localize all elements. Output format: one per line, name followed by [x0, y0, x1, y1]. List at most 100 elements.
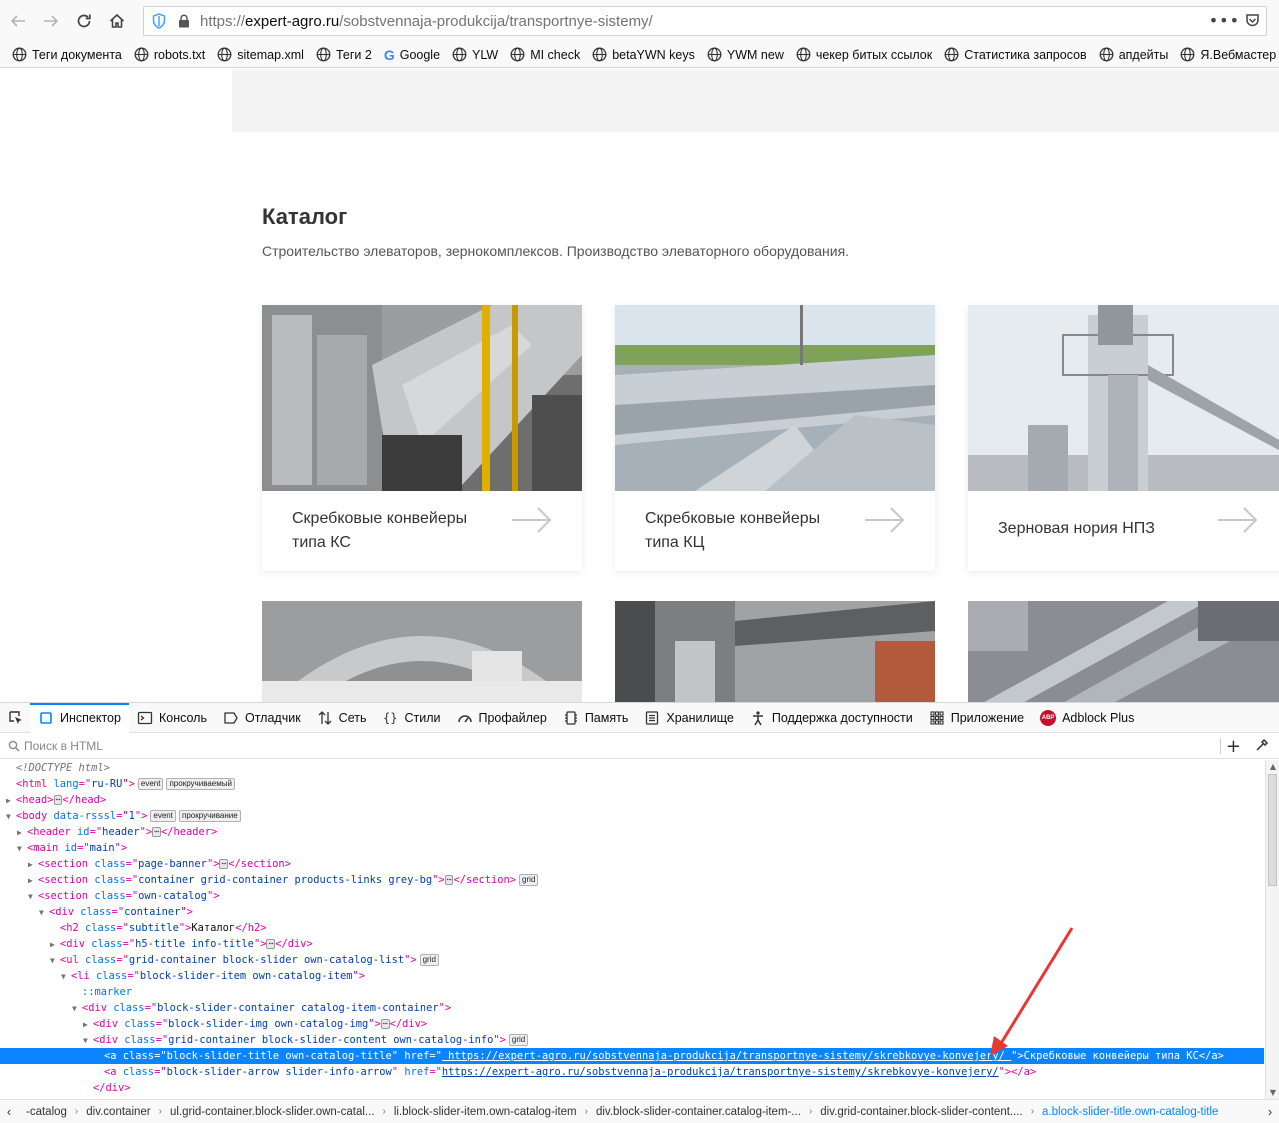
markup-node[interactable]: ▼ <div class="grid-container block-slider… [0, 1032, 1264, 1048]
bookmark-item[interactable]: YLW [452, 47, 498, 62]
back-button[interactable] [3, 6, 33, 36]
markup-node[interactable]: ▼ <section class="own-catalog"> [0, 888, 1264, 904]
markup-badge[interactable]: event [150, 810, 176, 822]
markup-node[interactable]: ▶ <head> ⋯ </head> [0, 792, 1264, 808]
collapse-twisty-icon[interactable]: ▼ [83, 1033, 93, 1049]
catalog-card-image[interactable] [968, 305, 1279, 491]
markup-node[interactable]: ::marker [0, 984, 1264, 1000]
tab-styles[interactable]: {} Стили [374, 703, 448, 733]
forward-button[interactable] [36, 6, 66, 36]
tab-debugger[interactable]: Отладчик [215, 703, 309, 733]
reload-button[interactable] [69, 6, 99, 36]
markup-badge[interactable]: grid [419, 954, 439, 966]
tab-profiler[interactable]: Профайлер [449, 703, 555, 733]
home-button[interactable] [102, 6, 132, 36]
collapse-twisty-icon[interactable]: ▼ [39, 905, 49, 921]
markup-node[interactable]: ▼ <main id="main"> [0, 840, 1264, 856]
lock-icon[interactable] [178, 14, 190, 28]
markup-node[interactable]: ▶ <div class="h5-title info-title"> ⋯ </div… [0, 936, 1264, 952]
arrow-right-icon[interactable] [512, 505, 552, 535]
markup-node[interactable]: ▼ <div class="container"> [0, 904, 1264, 920]
breadcrumb-item[interactable]: div.container [78, 1106, 158, 1118]
collapse-twisty-icon[interactable]: ▼ [6, 809, 16, 825]
markup-node[interactable]: ▶ <div class="block-slider-img own-catalo… [0, 1016, 1264, 1032]
bookmark-item[interactable]: Я.Вебмастер - страни [1180, 47, 1279, 62]
markup-node[interactable]: ▼ <body data-rsssl="1"> event прокручивание [0, 808, 1264, 824]
attribute-link[interactable]: https://expert-agro.ru/sobstvennaja-prod… [442, 1050, 1011, 1062]
markup-node[interactable]: ▶ <section class="container grid-containe… [0, 872, 1264, 888]
markup-tree[interactable]: <!DOCTYPE html> <html lang="ru-RU"> event п… [0, 760, 1264, 1100]
markup-badge[interactable]: прокручивание [178, 810, 241, 822]
catalog-card-image[interactable] [615, 305, 935, 491]
pocket-icon[interactable] [1245, 13, 1260, 28]
collapse-twisty-icon[interactable]: ▼ [17, 841, 27, 857]
markup-node[interactable]: </div> [0, 1080, 1264, 1096]
bookmark-item[interactable]: чекер битых ссылок [796, 47, 932, 62]
markup-badge[interactable]: grid [508, 1034, 529, 1046]
expand-twisty-icon[interactable]: ▶ [28, 873, 38, 889]
collapse-twisty-icon[interactable]: ▼ [28, 889, 38, 905]
breadcrumb-item[interactable]: a.block-slider-title.own-catalog-title [1034, 1106, 1226, 1118]
collapse-twisty-icon[interactable]: ▼ [50, 953, 60, 969]
url-text[interactable]: https://expert-agro.ru/sobstvennaja-prod… [200, 13, 653, 30]
catalog-card-title[interactable]: Скребковые конвейеры типа КЦ [645, 507, 845, 555]
markup-badge[interactable]: event [137, 778, 164, 790]
markup-node[interactable]: <html lang="ru-RU"> event прокручиваемый [0, 776, 1264, 792]
markup-badge[interactable]: grid [519, 874, 539, 886]
collapsed-node-ellipsis[interactable]: ⋯ [152, 827, 161, 837]
markup-node[interactable]: <h2 class="subtitle">Каталог</h2> [0, 920, 1264, 936]
tracking-protection-icon[interactable] [152, 13, 166, 29]
tab-accessibility[interactable]: Поддержка доступности [742, 703, 921, 733]
catalog-card-image[interactable] [262, 305, 582, 491]
html-search-bar[interactable]: Поиск в HTML + [0, 733, 1279, 759]
tab-adblock[interactable]: ABP Adblock Plus [1032, 703, 1142, 733]
breadcrumb-item[interactable]: li.block-slider-item.own-catalog-item [386, 1106, 585, 1118]
bookmark-item[interactable]: Статистика запросов [944, 47, 1087, 62]
markup-node-selected[interactable]: <a class="block-slider-title own-catalog… [0, 1048, 1264, 1064]
page-actions-button[interactable]: ••• [1209, 11, 1240, 30]
html-search-input[interactable]: Поиск в HTML [24, 739, 103, 753]
breadcrumb-item[interactable]: div.grid-container.block-slider-content.… [812, 1106, 1030, 1118]
tab-memory[interactable]: Память [555, 703, 637, 733]
catalog-card-image[interactable] [968, 601, 1279, 702]
tab-storage[interactable]: Хранилище [636, 703, 742, 733]
markup-node[interactable]: ▼ <li class="block-slider-item own-catalo… [0, 968, 1264, 984]
bookmark-item[interactable]: MI check [510, 47, 580, 62]
arrow-right-icon[interactable] [865, 505, 905, 535]
tab-console[interactable]: Консоль [129, 703, 215, 733]
markup-node[interactable]: ▶ <section class="page-banner"> ⋯ </section… [0, 856, 1264, 872]
bookmark-item[interactable]: sitemap.xml [217, 47, 304, 62]
catalog-card[interactable]: Зерновая нория НПЗ [968, 305, 1279, 571]
breadcrumb-scroll-left-icon[interactable]: ‹ [0, 1104, 18, 1119]
markup-scrollbar[interactable]: ▲ ▼ [1265, 760, 1279, 1100]
markup-node[interactable]: ▼ <div class="block-slider-container cata… [0, 1000, 1264, 1016]
breadcrumb-item[interactable]: div.block-slider-container.catalog-item-… [588, 1106, 809, 1118]
bookmark-item[interactable]: betaYWN keys [592, 47, 695, 62]
collapse-twisty-icon[interactable]: ▼ [72, 1001, 82, 1017]
expand-twisty-icon[interactable]: ▶ [17, 825, 27, 841]
catalog-card-title[interactable]: Зерновая нория НПЗ [998, 517, 1198, 541]
markup-node[interactable]: ▶ <header id="header"> ⋯ </header> [0, 824, 1264, 840]
catalog-card-title[interactable]: Скребковые конвейеры типа КС [292, 507, 492, 555]
bookmark-item[interactable]: Теги документа [12, 47, 122, 62]
tab-application[interactable]: Приложение [921, 703, 1032, 733]
arrow-right-icon[interactable] [1218, 505, 1258, 535]
expand-twisty-icon[interactable]: ▶ [6, 793, 16, 809]
markup-node[interactable]: <a class="block-slider-arrow slider-info… [0, 1064, 1264, 1080]
breadcrumb-item[interactable]: ul.grid-container.block-slider.own-catal… [162, 1106, 383, 1118]
bookmark-item[interactable]: robots.txt [134, 47, 205, 62]
tab-inspector[interactable]: Инспектор [30, 702, 129, 733]
breadcrumb-item[interactable]: -catalog [18, 1106, 75, 1118]
tab-network[interactable]: Сеть [309, 703, 375, 733]
collapsed-node-ellipsis[interactable]: ⋯ [219, 859, 229, 869]
bookmark-item[interactable]: YWM new [707, 47, 784, 62]
scroll-up-arrow-icon[interactable]: ▲ [1268, 762, 1278, 772]
eyedropper-icon[interactable] [1255, 738, 1269, 752]
catalog-card-image[interactable] [615, 601, 935, 702]
bookmark-item[interactable]: апдейты [1099, 47, 1168, 62]
collapsed-node-ellipsis[interactable]: ⋯ [266, 939, 276, 949]
markup-node[interactable]: <!DOCTYPE html> [0, 760, 1264, 776]
expand-twisty-icon[interactable]: ▶ [28, 857, 38, 873]
address-bar[interactable]: https://expert-agro.ru/sobstvennaja-prod… [143, 6, 1267, 36]
add-node-button[interactable]: + [1226, 736, 1241, 757]
